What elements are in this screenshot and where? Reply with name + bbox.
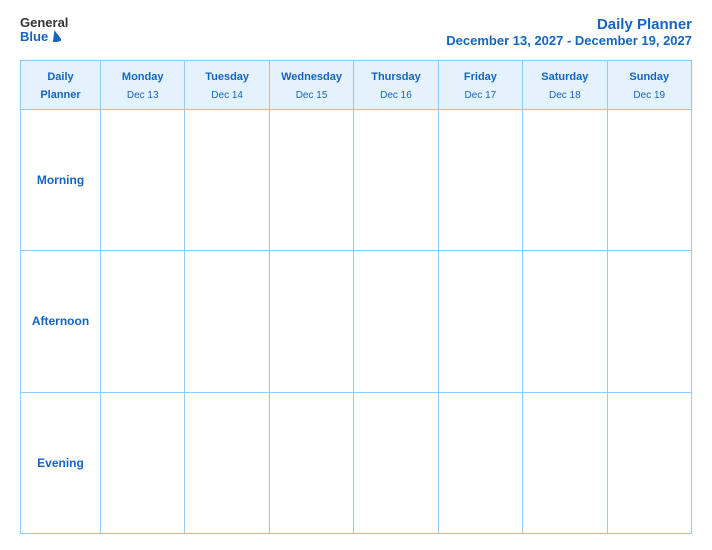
- header-col-wednesday: WednesdayDec 15: [269, 61, 353, 110]
- cell-evening-monday[interactable]: [101, 392, 185, 533]
- cell-morning-wednesday[interactable]: [269, 110, 353, 251]
- header-daily-planner: Daily Planner: [21, 61, 101, 110]
- header-col-saturday: SaturdayDec 18: [523, 61, 607, 110]
- cell-evening-sunday[interactable]: [607, 392, 691, 533]
- planner-table: Daily Planner MondayDec 13TuesdayDec 14W…: [20, 60, 692, 534]
- cell-afternoon-sunday[interactable]: [607, 251, 691, 392]
- cell-afternoon-monday[interactable]: [101, 251, 185, 392]
- cell-afternoon-thursday[interactable]: [354, 251, 438, 392]
- row-label-evening: Evening: [21, 392, 101, 533]
- logo-general-text: General: [20, 16, 68, 30]
- table-row-morning: Morning: [21, 110, 692, 251]
- cell-evening-tuesday[interactable]: [185, 392, 269, 533]
- cell-morning-monday[interactable]: [101, 110, 185, 251]
- table-row-afternoon: Afternoon: [21, 251, 692, 392]
- logo-triangle-icon: [51, 30, 61, 42]
- row-label-morning: Morning: [21, 110, 101, 251]
- header-col-tuesday: TuesdayDec 14: [185, 61, 269, 110]
- cell-afternoon-tuesday[interactable]: [185, 251, 269, 392]
- logo-blue-text: Blue: [20, 30, 68, 44]
- header-col-friday: FridayDec 17: [438, 61, 522, 110]
- cell-morning-thursday[interactable]: [354, 110, 438, 251]
- title-area: Daily Planner December 13, 2027 - Decemb…: [446, 16, 692, 48]
- cell-morning-saturday[interactable]: [523, 110, 607, 251]
- cell-afternoon-friday[interactable]: [438, 251, 522, 392]
- cell-evening-thursday[interactable]: [354, 392, 438, 533]
- cell-afternoon-wednesday[interactable]: [269, 251, 353, 392]
- cell-afternoon-saturday[interactable]: [523, 251, 607, 392]
- cell-morning-tuesday[interactable]: [185, 110, 269, 251]
- header-col-thursday: ThursdayDec 16: [354, 61, 438, 110]
- table-row-evening: Evening: [21, 392, 692, 533]
- planner-title: Daily Planner: [446, 16, 692, 33]
- planner-date-range: December 13, 2027 - December 19, 2027: [446, 33, 692, 48]
- header-col-monday: MondayDec 13: [101, 61, 185, 110]
- cell-evening-wednesday[interactable]: [269, 392, 353, 533]
- table-header-row: Daily Planner MondayDec 13TuesdayDec 14W…: [21, 61, 692, 110]
- cell-evening-saturday[interactable]: [523, 392, 607, 533]
- logo-area: General Blue: [20, 16, 68, 45]
- cell-morning-sunday[interactable]: [607, 110, 691, 251]
- header-col-sunday: SundayDec 19: [607, 61, 691, 110]
- cell-evening-friday[interactable]: [438, 392, 522, 533]
- row-label-afternoon: Afternoon: [21, 251, 101, 392]
- cell-morning-friday[interactable]: [438, 110, 522, 251]
- page-header: General Blue Daily Planner December 13, …: [20, 16, 692, 48]
